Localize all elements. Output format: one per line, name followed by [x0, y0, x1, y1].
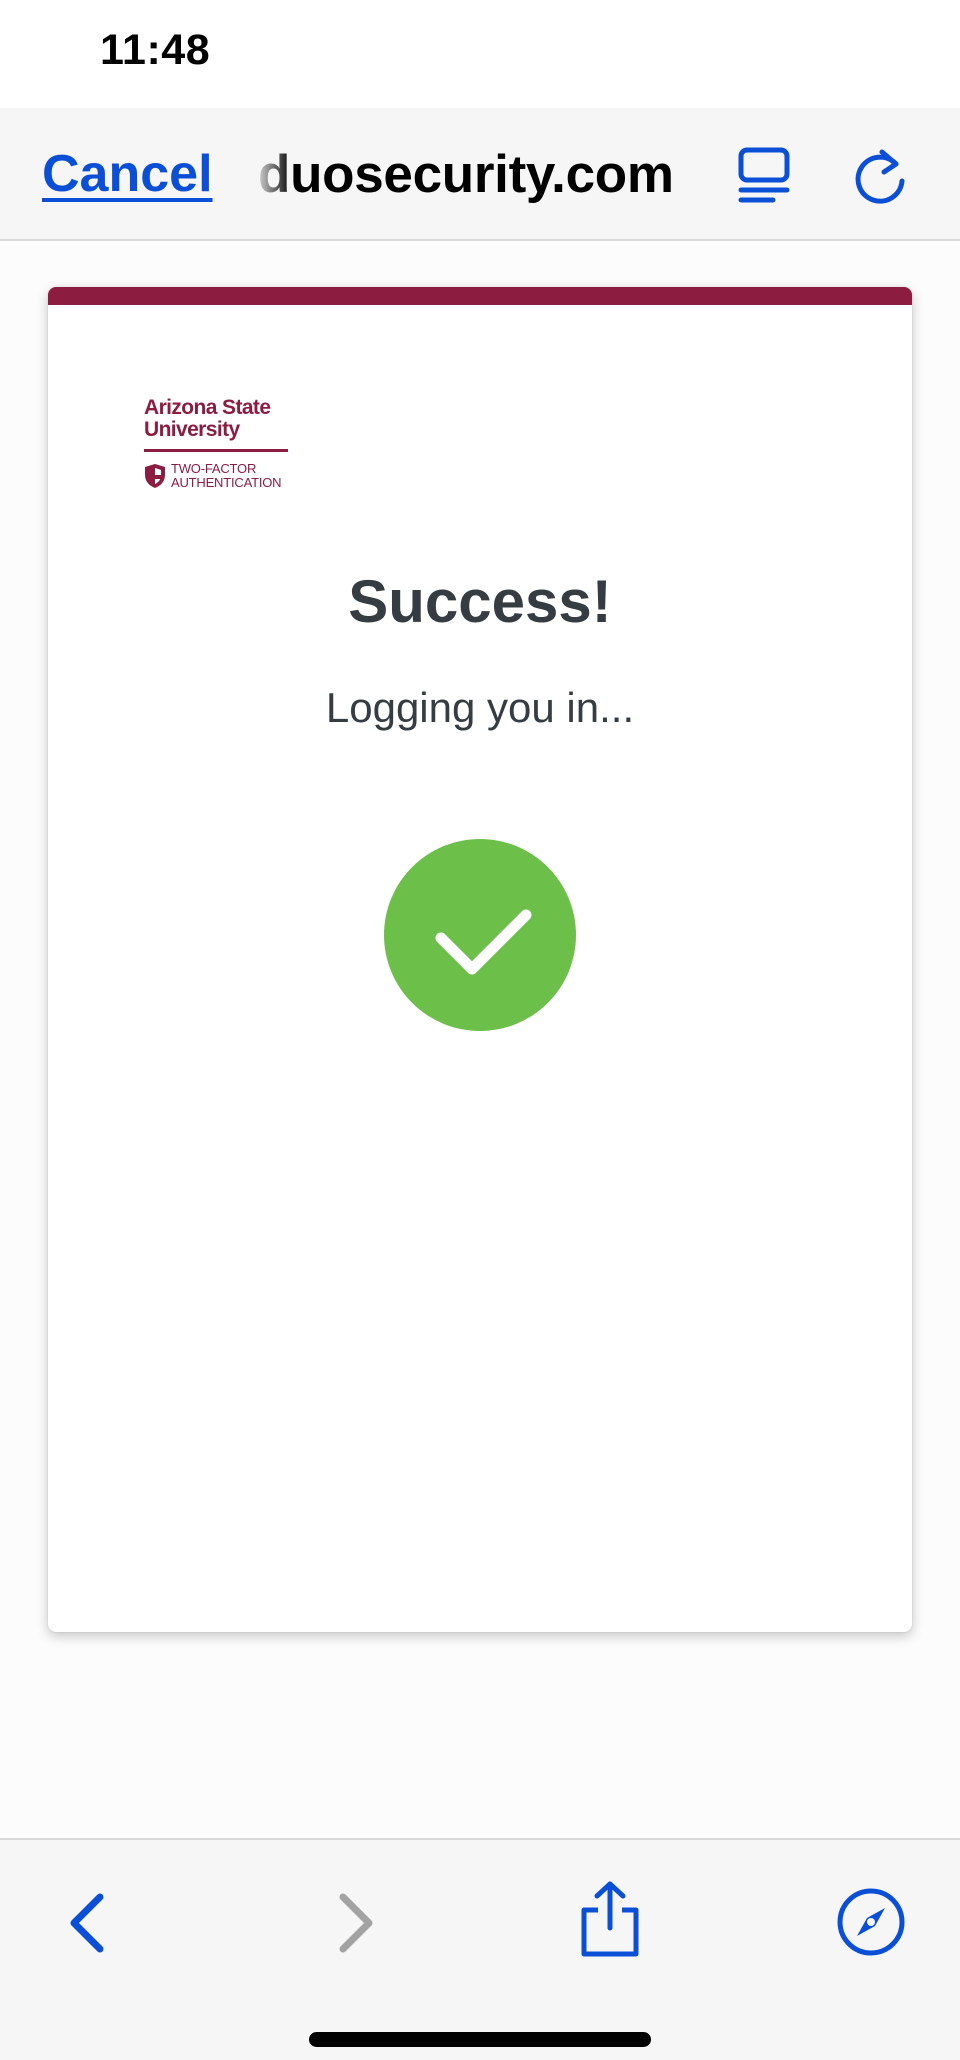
reload-icon[interactable]	[851, 146, 909, 204]
share-icon[interactable]	[578, 1880, 642, 1960]
logo-name-line1: Arizona State	[144, 396, 271, 419]
reader-mode-icon[interactable]	[737, 146, 791, 204]
back-chevron-icon[interactable]	[68, 1892, 108, 1954]
status-bar: 11:48	[0, 0, 960, 108]
shield-icon	[145, 464, 165, 488]
logo-name: Arizona State University	[144, 397, 290, 441]
browser-nav-bar: Cancel duosecurity.com	[0, 108, 960, 241]
status-message: Logging you in...	[325, 684, 635, 731]
logo-name-line2: University	[144, 418, 240, 441]
page-title: Success!	[348, 568, 612, 635]
forward-chevron-icon[interactable]	[335, 1892, 375, 1954]
card-accent-bar	[48, 287, 912, 305]
duo-card: Arizona State University TWO-FACTOR AUTH…	[48, 287, 912, 1632]
logo-sub-line2: AUTHENTICATION	[171, 475, 282, 490]
url-label[interactable]: duosecurity.com	[258, 144, 674, 205]
logo-subtitle-text: TWO-FACTOR AUTHENTICATION	[171, 461, 282, 490]
asu-logo: Arizona State University TWO-FACTOR AUTH…	[144, 397, 304, 497]
compass-icon[interactable]	[836, 1887, 906, 1957]
checkmark-icon	[384, 839, 576, 1031]
logo-sub-line1: TWO-FACTOR	[171, 461, 257, 476]
cancel-button[interactable]: Cancel	[42, 144, 213, 204]
status-time: 11:48	[100, 26, 211, 74]
logo-subtitle: TWO-FACTOR AUTHENTICATION	[144, 462, 304, 492]
browser-toolbar	[0, 1838, 960, 2060]
home-indicator[interactable]	[309, 2032, 651, 2047]
logo-divider	[144, 449, 288, 452]
